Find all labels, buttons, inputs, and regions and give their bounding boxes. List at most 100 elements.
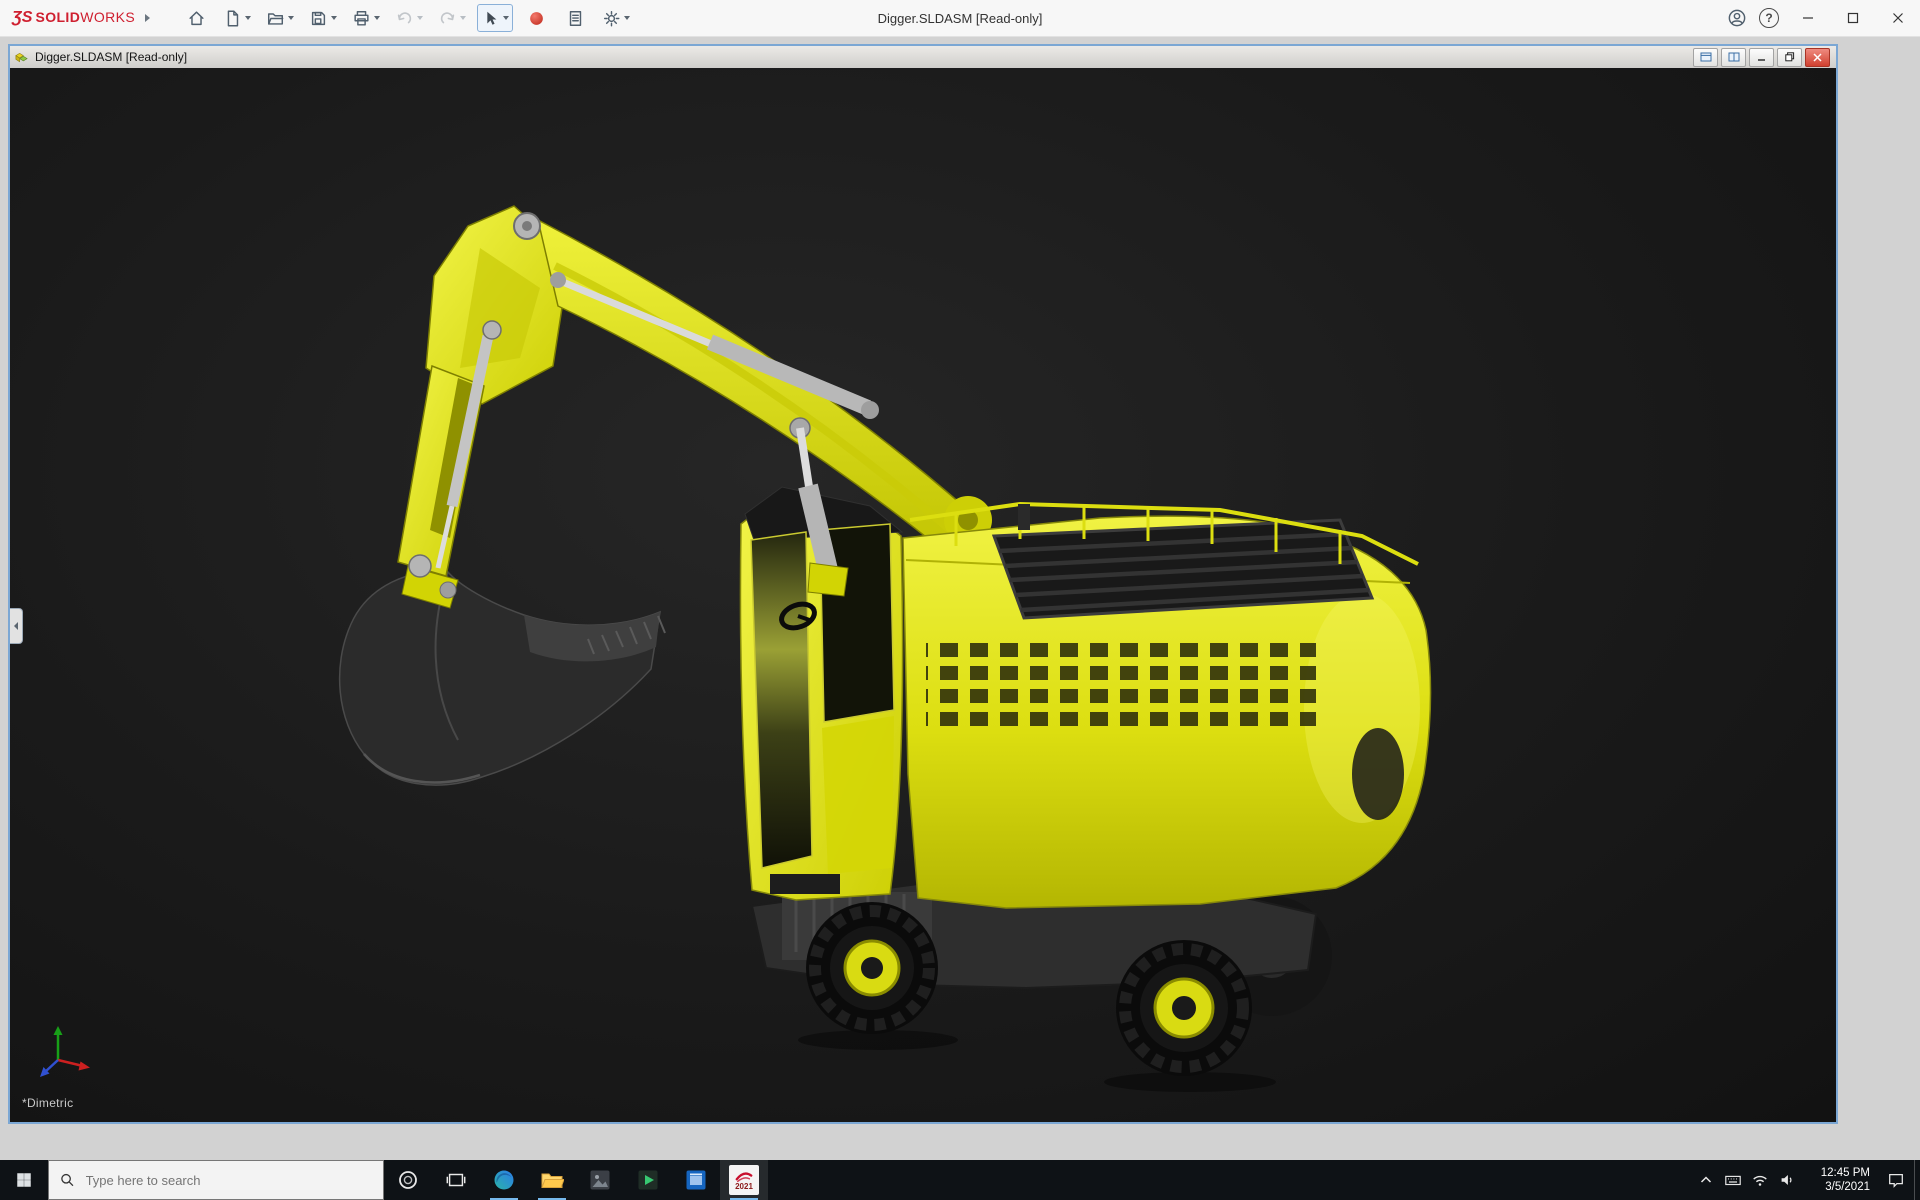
media-app-icon bbox=[636, 1168, 660, 1192]
triad-y-axis bbox=[54, 1026, 63, 1060]
print-icon bbox=[352, 9, 371, 28]
excavator-bucket[interactable] bbox=[340, 571, 665, 785]
app-window-title: Digger.SLDASM [Read-only] bbox=[878, 0, 1043, 36]
app-maximize-button[interactable] bbox=[1830, 0, 1875, 36]
volume-button[interactable] bbox=[1773, 1160, 1800, 1200]
desktop: { "app": { "brand": { "prefix_glyph": "Ʒ… bbox=[0, 0, 1920, 1200]
new-document-icon bbox=[223, 9, 242, 28]
quick-access-toolbar bbox=[180, 4, 634, 32]
network-icon bbox=[1751, 1171, 1769, 1189]
network-button[interactable] bbox=[1746, 1160, 1773, 1200]
chevron-left-icon bbox=[14, 622, 18, 630]
side-vents bbox=[926, 634, 1316, 730]
taskbar-clock[interactable]: 12:45 PM 3/5/2021 bbox=[1800, 1160, 1878, 1200]
edge-button[interactable] bbox=[480, 1160, 528, 1200]
excavator-boom-arm[interactable] bbox=[398, 206, 570, 608]
app-close-button[interactable] bbox=[1875, 0, 1920, 36]
action-center-button[interactable] bbox=[1878, 1160, 1914, 1200]
edge-icon bbox=[492, 1168, 516, 1192]
chevron-down-icon[interactable] bbox=[624, 16, 630, 20]
chevron-down-icon[interactable] bbox=[245, 16, 251, 20]
select-cursor-icon bbox=[481, 9, 500, 28]
home-icon bbox=[187, 9, 206, 28]
undo-button[interactable] bbox=[391, 4, 427, 32]
taskbar-search-box[interactable] bbox=[48, 1160, 384, 1200]
titlebar-right-controls: ? bbox=[1721, 0, 1920, 36]
chevron-down-icon[interactable] bbox=[331, 16, 337, 20]
undo-icon bbox=[395, 9, 414, 28]
solidworks-swoosh-icon bbox=[735, 1170, 753, 1183]
photos-app-icon bbox=[588, 1168, 612, 1192]
search-icon bbox=[60, 1172, 75, 1188]
touch-keyboard-icon bbox=[1724, 1171, 1742, 1189]
options-gear-icon bbox=[602, 9, 621, 28]
featuremanager-flyout-tab[interactable] bbox=[10, 608, 23, 644]
account-button[interactable] bbox=[1721, 0, 1753, 36]
close-icon bbox=[1892, 12, 1904, 24]
doc-close-button[interactable] bbox=[1805, 48, 1830, 67]
maximize-icon bbox=[1847, 12, 1859, 24]
open-folder-icon bbox=[266, 9, 285, 28]
file-properties-button[interactable] bbox=[559, 4, 591, 32]
document-titlebar[interactable]: Digger.SLDASM [Read-only] bbox=[10, 46, 1836, 68]
windows-logo-icon bbox=[15, 1171, 33, 1189]
cortana-icon bbox=[397, 1169, 419, 1191]
toolbar-expander-icon[interactable] bbox=[145, 14, 150, 22]
minimize-icon bbox=[1757, 53, 1766, 62]
chevron-down-icon[interactable] bbox=[417, 16, 423, 20]
print-button[interactable] bbox=[348, 4, 384, 32]
open-button[interactable] bbox=[262, 4, 298, 32]
rebuild-button[interactable] bbox=[520, 4, 552, 32]
solidworks-taskbar-button[interactable]: 2021 bbox=[720, 1160, 768, 1200]
solidworks-year-badge: 2021 bbox=[735, 1183, 753, 1191]
home-button[interactable] bbox=[180, 4, 212, 32]
minimize-icon bbox=[1802, 12, 1814, 24]
solidworks-logo: ƷS SOLIDWORKS bbox=[0, 9, 139, 27]
close-icon bbox=[1813, 53, 1822, 62]
new-document-button[interactable] bbox=[219, 4, 255, 32]
chevron-down-icon[interactable] bbox=[374, 16, 380, 20]
start-button[interactable] bbox=[0, 1160, 48, 1200]
task-view-button[interactable] bbox=[432, 1160, 480, 1200]
file-explorer-button[interactable] bbox=[528, 1160, 576, 1200]
volume-icon bbox=[1778, 1171, 1796, 1189]
doc-pane-button-1[interactable] bbox=[1693, 48, 1718, 67]
app-titlebar: ƷS SOLIDWORKS bbox=[0, 0, 1920, 37]
doc-minimize-button[interactable] bbox=[1749, 48, 1774, 67]
windshield bbox=[751, 532, 812, 868]
show-desktop-button[interactable] bbox=[1914, 1160, 1920, 1200]
media-app-button[interactable] bbox=[624, 1160, 672, 1200]
chevron-down-icon[interactable] bbox=[288, 16, 294, 20]
options-button[interactable] bbox=[598, 4, 634, 32]
brand-solid: SOLID bbox=[35, 9, 80, 25]
document-window-buttons bbox=[1693, 48, 1832, 67]
redo-button[interactable] bbox=[434, 4, 470, 32]
rebuild-icon bbox=[527, 9, 546, 28]
graphics-viewport[interactable]: *Dimetric bbox=[10, 68, 1836, 1122]
store-app-button[interactable] bbox=[672, 1160, 720, 1200]
chevron-down-icon[interactable] bbox=[503, 16, 509, 20]
touch-keyboard-button[interactable] bbox=[1719, 1160, 1746, 1200]
photos-app-button[interactable] bbox=[576, 1160, 624, 1200]
cortana-button[interactable] bbox=[384, 1160, 432, 1200]
chevron-down-icon[interactable] bbox=[460, 16, 466, 20]
solidworks-wordmark: SOLIDWORKS bbox=[35, 9, 135, 25]
view-orientation-label: *Dimetric bbox=[22, 1096, 73, 1110]
clock-date: 3/5/2021 bbox=[1825, 1180, 1870, 1194]
help-icon: ? bbox=[1759, 8, 1779, 28]
app-minimize-button[interactable] bbox=[1785, 0, 1830, 36]
document-window: Digger.SLDASM [Read-only] bbox=[8, 44, 1838, 1124]
doc-pane-button-2[interactable] bbox=[1721, 48, 1746, 67]
file-properties-icon bbox=[566, 9, 585, 28]
help-button[interactable]: ? bbox=[1753, 0, 1785, 36]
hidden-icons-button[interactable] bbox=[1692, 1160, 1719, 1200]
triad-x-axis bbox=[58, 1060, 90, 1071]
save-button[interactable] bbox=[305, 4, 341, 32]
stick-cylinder[interactable] bbox=[550, 272, 879, 419]
excavator-body[interactable] bbox=[903, 504, 1431, 908]
doc-restore-button[interactable] bbox=[1777, 48, 1802, 67]
excavator-model[interactable] bbox=[10, 68, 1836, 1122]
select-button[interactable] bbox=[477, 4, 513, 32]
exhaust-pipe bbox=[1018, 504, 1030, 530]
search-input[interactable] bbox=[84, 1172, 372, 1189]
